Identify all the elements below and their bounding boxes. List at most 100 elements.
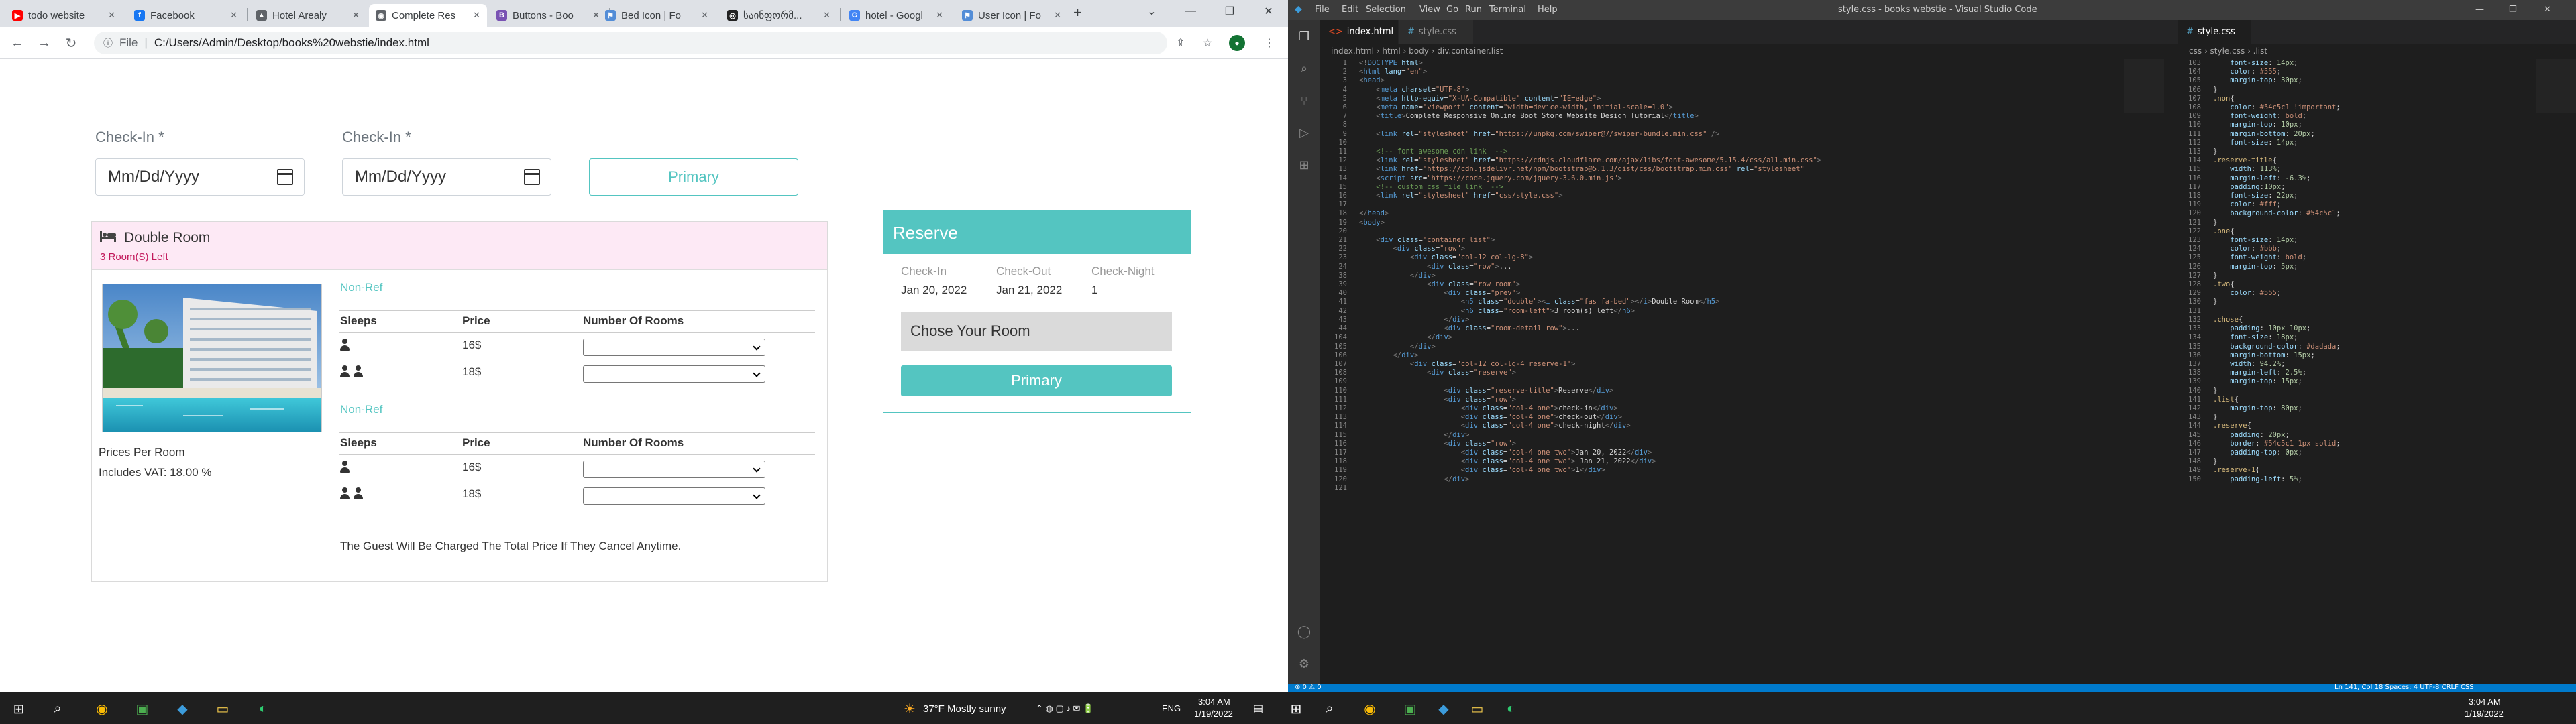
menu-selection[interactable]: Selection — [1366, 5, 1406, 15]
back-icon[interactable]: ← — [8, 34, 27, 52]
explorer-icon[interactable]: ❐ — [1296, 28, 1312, 44]
cursor-status[interactable]: Ln 141, Col 18 Spaces: 4 UTF-8 CRLF CSS — [2334, 684, 2474, 692]
reserve-card: Reserve Check-In Check-Out Check-Night J… — [883, 210, 1191, 413]
language-indicator[interactable]: ENG — [1162, 703, 1181, 713]
clock-date[interactable]: 1/19/2022 — [2465, 709, 2504, 719]
file-explorer-icon[interactable]: ▭ — [1466, 698, 1488, 719]
forward-icon[interactable]: → — [35, 34, 54, 52]
fontawesome-icon: ⚑ — [605, 10, 616, 21]
calendar-icon[interactable] — [277, 169, 293, 185]
maximize-button[interactable]: ❐ — [2509, 5, 2517, 15]
breadcrumb-right[interactable]: css › style.css › .list — [2178, 44, 2267, 58]
maximize-button[interactable]: ❐ — [1210, 0, 1249, 23]
minimize-button[interactable]: — — [1171, 0, 1210, 23]
checkin-label: Check-In — [901, 265, 947, 278]
checkin-date-input[interactable]: Mm/Dd/Yyyy — [95, 158, 305, 196]
problems-status[interactable]: ⊗ 0 ⚠ 0 — [1295, 684, 1322, 692]
clock-time[interactable]: 3:04 AM — [2469, 697, 2501, 707]
tab-style-css-right[interactable]: # style.css — [2178, 20, 2251, 44]
bookmark-star-icon[interactable]: ☆ — [1199, 35, 1216, 51]
code-editor-right[interactable]: 103 104 105 106 107 108 109 110 111 112 … — [2178, 59, 2576, 682]
prices-per-room: Prices Per Room — [99, 446, 185, 459]
close-icon[interactable]: ✕ — [352, 10, 360, 21]
menu-kebab-icon[interactable]: ⋮ — [1261, 35, 1277, 51]
browser-tab[interactable]: ▶ todo website ✕ — [5, 4, 122, 27]
windows-start-icon[interactable]: ⊞ — [8, 698, 30, 719]
chrome-icon[interactable]: ◉ — [1359, 698, 1381, 719]
account-icon[interactable]: ◯ — [1296, 623, 1312, 640]
rooms-select[interactable] — [583, 365, 765, 383]
edge-icon[interactable]: ◐ — [252, 698, 274, 719]
reload-icon[interactable]: ↻ — [62, 34, 80, 52]
run-debug-icon[interactable]: ▷ — [1296, 125, 1312, 141]
rooms-select[interactable] — [583, 487, 765, 505]
menu-run[interactable]: Run — [1465, 5, 1482, 15]
minimize-button[interactable]: — — [2475, 5, 2484, 15]
breadcrumb-left[interactable]: index.html › html › body › div.container… — [1320, 44, 1503, 58]
profile-avatar[interactable]: ● — [1229, 35, 1245, 51]
menu-file[interactable]: File — [1315, 5, 1330, 15]
close-icon[interactable]: ✕ — [1054, 10, 1061, 21]
menu-go[interactable]: Go — [1446, 5, 1458, 15]
weather-text[interactable]: 37°F Mostly sunny — [923, 703, 1006, 715]
minimap-left[interactable] — [2124, 59, 2164, 113]
source-control-icon[interactable]: ⑂ — [1296, 93, 1312, 109]
tab-style-css[interactable]: # style.css — [1399, 20, 1473, 44]
tab-index-html[interactable]: <> index.html — [1320, 20, 1398, 44]
close-icon[interactable]: ✕ — [230, 10, 237, 21]
menu-help[interactable]: Help — [1538, 5, 1558, 15]
info-icon[interactable]: ⓘ — [103, 36, 113, 50]
notification-icon[interactable]: ▤ — [1253, 702, 1263, 715]
search-icon[interactable]: ⌕ — [47, 698, 68, 719]
price-cell: 18$ — [462, 487, 482, 500]
tray-icons[interactable]: ⌃ ◍ ▢ ♪ ✉ 🔋 — [1036, 703, 1093, 714]
close-window-button[interactable]: ✕ — [1249, 0, 1288, 23]
code-editor-left[interactable]: 1 2 3 4 5 6 7 8 9 10 11 12 13 14 15 16 1… — [1320, 59, 2178, 682]
extensions-icon[interactable]: ⊞ — [1296, 157, 1312, 173]
search-icon[interactable]: ⌕ — [1319, 698, 1340, 719]
browser-tab[interactable]: B Buttons - Boo ✕ — [490, 4, 606, 27]
browser-tab[interactable]: ▲ Hotel Arealy ✕ — [250, 4, 366, 27]
close-window-button[interactable]: ✕ — [2544, 5, 2551, 15]
browser-tab[interactable]: ◎ საინფორმ... ✕ — [720, 4, 837, 27]
app-icon[interactable]: ▣ — [1399, 698, 1421, 719]
close-icon[interactable]: ✕ — [108, 10, 115, 21]
address-bar[interactable]: ⓘ File | C:/Users/Admin/Desktop/books%20… — [94, 32, 1167, 54]
tab-search-icon[interactable]: ⌄ — [1132, 0, 1171, 23]
chrome-icon[interactable]: ◉ — [91, 698, 113, 719]
close-icon[interactable]: ✕ — [823, 10, 830, 21]
rooms-select[interactable] — [583, 339, 765, 356]
calendar-icon[interactable] — [524, 169, 540, 185]
search-icon[interactable]: ⌕ — [1296, 60, 1312, 76]
browser-tab[interactable]: f Facebook ✕ — [127, 4, 244, 27]
browser-tab[interactable]: ⚑ User Icon | Fo ✕ — [955, 4, 1068, 27]
close-icon[interactable]: ✕ — [936, 10, 943, 21]
reserve-primary-button[interactable]: Primary — [901, 365, 1172, 396]
hotel-pool-photo — [103, 284, 321, 432]
room-header: Double Room 3 Room(S) Left — [92, 222, 827, 270]
app-icon[interactable]: ▣ — [131, 698, 153, 719]
browser-tab[interactable]: ⚑ Bed Icon | Fo ✕ — [598, 4, 715, 27]
browser-tab[interactable]: Ghotel - Googl ✕ — [843, 4, 950, 27]
reserve-title: Reserve — [883, 211, 1191, 254]
menu-view[interactable]: View — [1419, 5, 1440, 15]
vscode-icon[interactable]: ◆ — [172, 698, 193, 719]
vscode-icon[interactable]: ◆ — [1433, 698, 1454, 719]
windows-start-icon[interactable]: ⊞ — [1285, 698, 1307, 719]
file-explorer-icon[interactable]: ▭ — [212, 698, 233, 719]
browser-tab-active[interactable]: ◉ Complete Res ✕ — [369, 4, 487, 27]
minimap-right[interactable] — [2536, 59, 2576, 113]
checkout-date-input[interactable]: Mm/Dd/Yyyy — [342, 158, 551, 196]
rooms-select[interactable] — [583, 461, 765, 478]
settings-gear-icon[interactable]: ⚙ — [1296, 656, 1312, 672]
menu-terminal[interactable]: Terminal — [1489, 5, 1526, 15]
edge-icon[interactable]: ◐ — [1500, 698, 1521, 719]
share-icon[interactable]: ⇪ — [1173, 35, 1189, 51]
clock-date[interactable]: 1/19/2022 — [1194, 709, 1233, 719]
clock-time[interactable]: 3:04 AM — [1198, 697, 1230, 707]
new-tab-button[interactable]: + — [1073, 4, 1082, 21]
menu-edit[interactable]: Edit — [1342, 5, 1358, 15]
primary-outline-button[interactable]: Primary — [589, 158, 798, 196]
close-icon[interactable]: ✕ — [473, 10, 480, 21]
close-icon[interactable]: ✕ — [701, 10, 708, 21]
